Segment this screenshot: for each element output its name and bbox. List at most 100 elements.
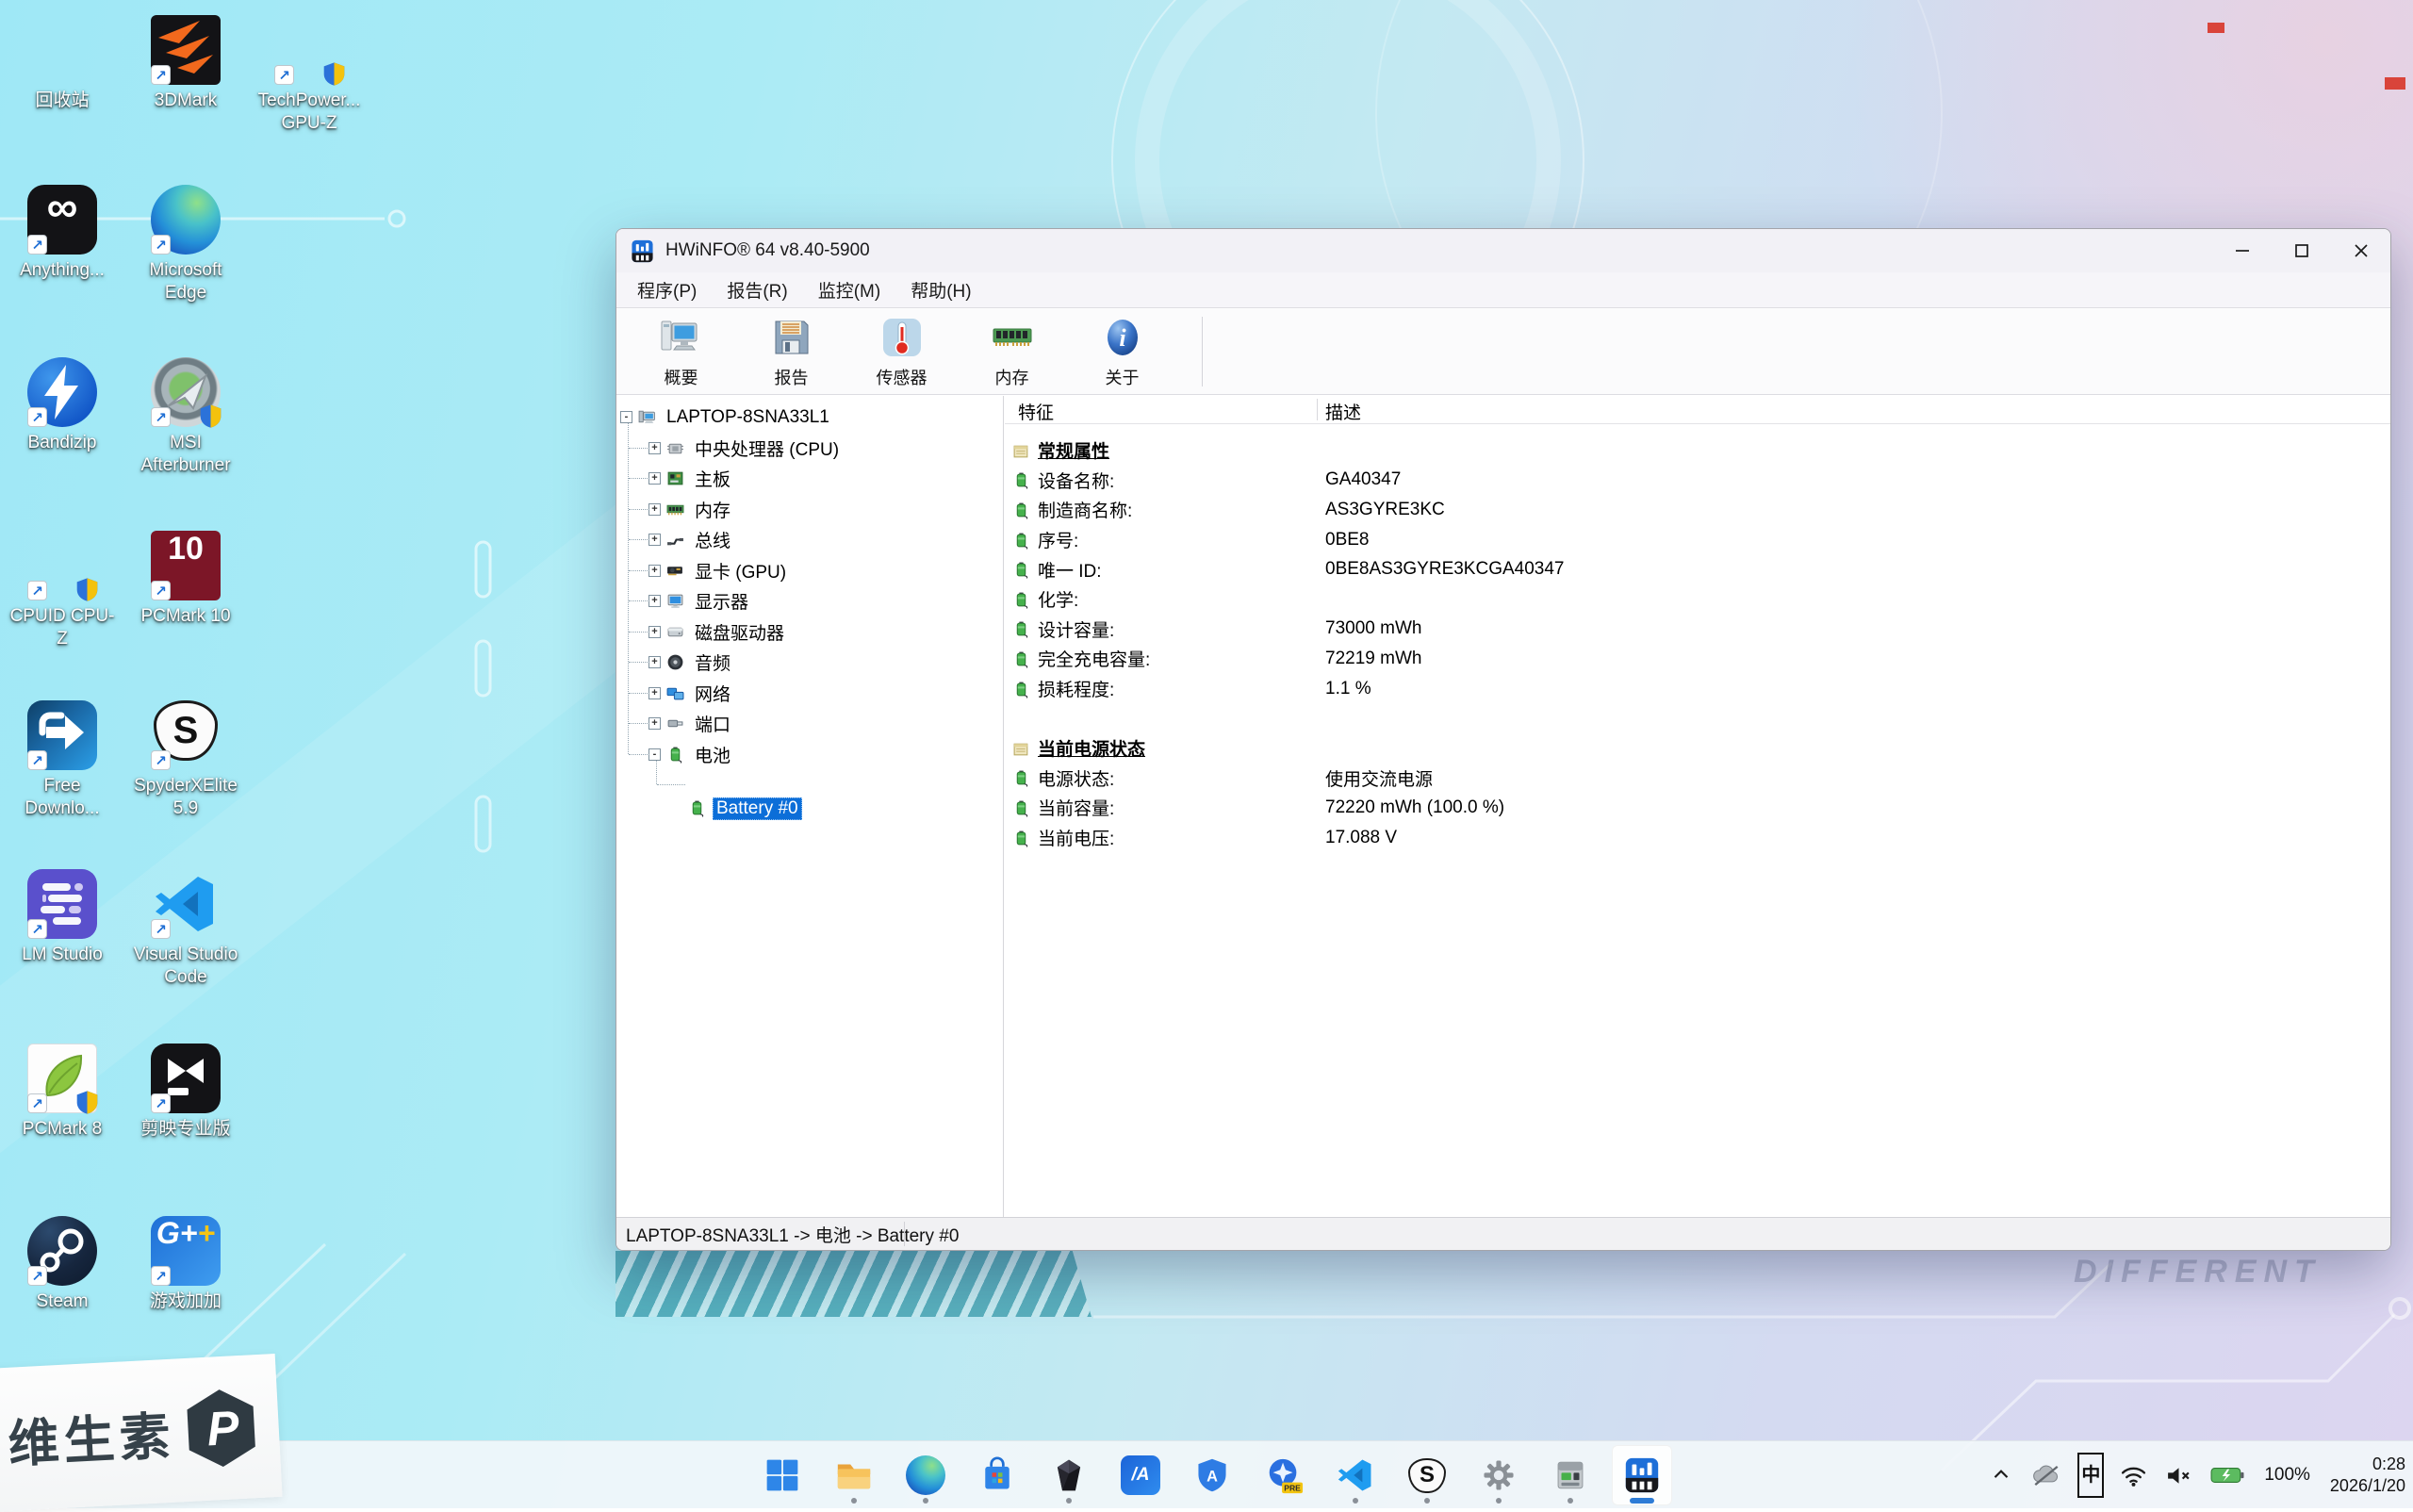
desktop-icon-spyder[interactable]: S↗SpyderXElite 5.9 [131, 700, 240, 820]
expander-plus-icon[interactable]: + [648, 687, 661, 699]
toolbar-button-summary[interactable]: 概要 [626, 315, 736, 394]
desktop-icon-steam[interactable]: ↗Steam [8, 1216, 117, 1313]
detail-row[interactable]: 化学: [1005, 584, 2390, 615]
desktop-icon-vscode[interactable]: ↗Visual Studio Code [131, 869, 240, 989]
desktop-icon-edge[interactable]: ↗Microsoft Edge [131, 185, 240, 304]
wifi-icon[interactable] [2118, 1453, 2149, 1498]
titlebar[interactable]: HWiNFO® 64 v8.40-5900 [616, 229, 2390, 272]
tree-item[interactable]: +端口 [648, 708, 734, 739]
detail-row[interactable]: 损耗程度:1.1 % [1005, 674, 2390, 704]
column-divider[interactable] [1317, 399, 1318, 420]
battery-charging-icon[interactable] [2208, 1453, 2246, 1498]
tray-chevron-up-icon[interactable] [1987, 1453, 2015, 1498]
expander-minus-icon[interactable]: - [620, 411, 632, 423]
expander-plus-icon[interactable]: + [648, 442, 661, 454]
detail-row[interactable]: 电源状态:使用交流电源 [1005, 764, 2390, 794]
tree-item[interactable]: +主板 [648, 463, 734, 494]
tree-item[interactable]: +总线 [648, 524, 734, 555]
details-column-header[interactable]: 特征 描述 [1005, 396, 2390, 424]
taskbar-icon-spyder[interactable]: S [1397, 1445, 1457, 1505]
maximize-button[interactable] [2272, 229, 2331, 272]
toolbar-button-report[interactable]: 报告 [736, 315, 846, 394]
detail-row[interactable]: 完全充电容量:72219 mWh [1005, 644, 2390, 674]
speaker-muted-icon[interactable] [2163, 1453, 2194, 1498]
expander-plus-icon[interactable]: + [648, 626, 661, 638]
tree-item[interactable]: +磁盘驱动器 [648, 616, 788, 648]
tree-item[interactable]: -电池 [648, 739, 734, 770]
detail-section-header[interactable]: 当前电源状态 [1005, 733, 2390, 764]
desktop-icon-bandizip[interactable]: ↗Bandizip [8, 357, 117, 454]
detail-row[interactable]: 序号:0BE8 [1005, 525, 2390, 555]
column-feature[interactable]: 特征 [1018, 399, 1054, 424]
desktop-icon-label: Microsoft Edge [131, 259, 240, 304]
tree-item[interactable]: Battery #0 [688, 793, 802, 824]
expander-plus-icon[interactable]: + [648, 503, 661, 516]
desktop-icon-anything[interactable]: ∞↗Anything... [8, 185, 117, 282]
detail-row[interactable]: 当前电压:17.088 V [1005, 823, 2390, 853]
toolbar-button-memory[interactable]: 内存 [957, 315, 1067, 394]
detail-row[interactable]: 唯一 ID:0BE8AS3GYRE3KCGA40347 [1005, 554, 2390, 584]
taskbar-icon-hwinfo[interactable] [1612, 1445, 1672, 1505]
tree-item[interactable]: +网络 [648, 678, 734, 709]
tree-item[interactable]: +音频 [648, 647, 734, 678]
battery-icon [1012, 830, 1030, 847]
desktop-icon-label: CPUID CPU-Z [8, 605, 117, 650]
desktop-icon-gamepp[interactable]: G++↗游戏加加 [131, 1216, 240, 1313]
menu-item-1[interactable]: 报告(R) [712, 272, 802, 307]
column-description[interactable]: 描述 [1325, 399, 1361, 424]
desktop-icon-msi-afterburner[interactable]: ↗MSI Afterburner [131, 357, 240, 477]
expander-plus-icon[interactable]: + [648, 565, 661, 577]
detail-section-header[interactable]: 常规属性 [1005, 436, 2390, 466]
toolbar-button-sensors[interactable]: 传感器 [846, 315, 957, 394]
ime-indicator[interactable]: 中 [2077, 1453, 2104, 1498]
desktop-icon-cpu-z[interactable]: ↗CPUID CPU-Z [8, 531, 117, 650]
close-button[interactable] [2331, 229, 2390, 272]
battery-icon [1012, 650, 1030, 668]
detail-row[interactable]: 当前容量:72220 mWh (100.0 %) [1005, 793, 2390, 823]
expander-plus-icon[interactable]: + [648, 472, 661, 485]
desktop-icon-label: PCMark 8 [8, 1118, 117, 1141]
desktop-icon-lm-studio[interactable]: ↗LM Studio [8, 869, 117, 966]
detail-row[interactable]: 设备名称:GA40347 [1005, 466, 2390, 496]
desktop-icon-3dmark[interactable]: ↗3DMark [131, 15, 240, 112]
taskbar-icon-microsoft-store[interactable] [967, 1445, 1027, 1505]
taskbar-icon-obsidian[interactable] [1039, 1445, 1099, 1505]
taskbar-icon-start[interactable] [752, 1445, 813, 1505]
tray-clock[interactable]: 0:28 2026/1/20 [2330, 1454, 2405, 1497]
desktop-icon-pcmark10[interactable]: 10↗PCMark 10 [131, 531, 240, 628]
toolbar-button-about[interactable]: i关于 [1067, 315, 1177, 394]
desktop-icon-fdm[interactable]: ↗Free Downlo... [8, 700, 117, 820]
tree-item[interactable]: +中央处理器 (CPU) [648, 433, 843, 464]
menu-item-0[interactable]: 程序(P) [622, 272, 712, 307]
taskbar-icon-edge[interactable] [895, 1445, 956, 1505]
expander-plus-icon[interactable]: + [648, 595, 661, 607]
desktop-icon-gpu-z[interactable]: ↗TechPower... GPU-Z [254, 15, 364, 135]
taskbar-icon-file-explorer[interactable] [824, 1445, 884, 1505]
desktop-icon-pcmark8[interactable]: ↗PCMark 8 [8, 1044, 117, 1141]
taskbar-icon-a-shield-app[interactable]: A [1182, 1445, 1242, 1505]
desktop-icon-capcut[interactable]: ↗剪映专业版 [131, 1044, 240, 1141]
detail-row[interactable]: 制造商名称:AS3GYRE3KC [1005, 495, 2390, 525]
taskbar-icon-settings[interactable] [1469, 1445, 1529, 1505]
taskbar-icon-psu-app[interactable] [1540, 1445, 1600, 1505]
disk-icon [666, 623, 684, 641]
system-tray: 中 100% 0:28 2026/1/20 [1987, 1441, 2405, 1509]
desktop-icon-recycle-bin[interactable]: ♻回收站 [8, 15, 117, 112]
detail-row[interactable]: 设计容量:73000 mWh [1005, 615, 2390, 645]
expander-plus-icon[interactable]: + [648, 534, 661, 546]
taskbar-icon-vscode[interactable] [1325, 1445, 1386, 1505]
onedrive-paused-icon[interactable] [2029, 1453, 2063, 1498]
minimize-button[interactable] [2212, 229, 2272, 272]
tree-item[interactable]: +内存 [648, 494, 734, 525]
tree-item[interactable]: -LAPTOP-8SNA33L1 [620, 402, 833, 433]
menu-item-3[interactable]: 帮助(H) [895, 272, 986, 307]
tree-item[interactable]: +显示器 [648, 585, 752, 616]
expander-plus-icon[interactable]: + [648, 656, 661, 668]
desktop-icon-label: Anything... [8, 259, 117, 282]
menu-item-2[interactable]: 监控(M) [803, 272, 895, 307]
taskbar-icon-sparkle-pre-app[interactable]: PRE [1254, 1445, 1314, 1505]
taskbar-icon-a-slash-app[interactable]: /A [1110, 1445, 1171, 1505]
expander-plus-icon[interactable]: + [648, 717, 661, 730]
expander-minus-icon[interactable]: - [648, 748, 661, 761]
tree-item[interactable]: +显卡 (GPU) [648, 555, 790, 586]
